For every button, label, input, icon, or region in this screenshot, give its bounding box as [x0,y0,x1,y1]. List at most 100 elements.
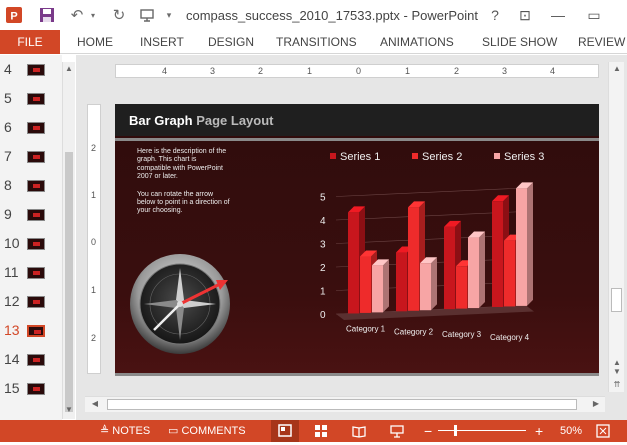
undo-dropdown-icon[interactable]: ▾ [88,5,98,25]
slide-thumbnail [27,93,45,105]
thumbnail-slide-7[interactable]: 7 [0,145,60,169]
svg-text:P: P [10,11,17,23]
thumbnail-slide-12[interactable]: 12 [0,290,60,314]
minimize-icon[interactable]: — [547,5,569,25]
zoom-slider-handle[interactable] [454,425,457,436]
notes-label: NOTES [112,425,151,437]
ruler-label: 1 [91,285,97,295]
chevron-down-icon[interactable]: ▾ [162,5,176,25]
zoom-in-button[interactable]: + [535,420,543,442]
undo-icon[interactable]: ↶ [66,5,88,25]
powerpoint-logo-icon: P [4,5,24,25]
slide-number: 14 [4,351,20,367]
bar [504,240,515,307]
scroll-up-icon[interactable]: ▲ [611,358,623,367]
thumbnail-slide-14[interactable]: 14 [0,348,60,372]
bar [492,201,503,307]
save-icon[interactable] [36,5,58,25]
tab-animations[interactable]: ANIMATIONS [380,30,454,54]
y-tick-label: 1 [320,287,326,298]
comments-button[interactable]: ▭ COMMENTS [168,420,246,442]
thumbnail-slide-9[interactable]: 9 [0,203,60,227]
scrollbar-thumb[interactable] [65,152,73,412]
x-tick-label: Category 2 [394,327,434,336]
slide-thumbnail [27,238,45,250]
tab-home[interactable]: HOME [77,30,113,54]
scrollbar-thumb[interactable] [611,288,622,312]
ribbon-display-icon[interactable]: ⊡ [514,5,536,25]
tab-review[interactable]: REVIEW [578,30,625,54]
scrollbar-thumb[interactable] [107,399,577,410]
slide-show-icon[interactable] [390,424,404,438]
thumbnail-slide-4[interactable]: 4 [0,58,60,82]
tab-insert[interactable]: INSERT [140,30,184,54]
thumbnail-slide-13[interactable]: 13 [0,319,60,343]
slide-number: 6 [4,119,12,135]
scroll-right-icon[interactable]: ▶ [590,399,602,408]
normal-view-icon[interactable] [271,420,299,442]
vertical-scrollbar[interactable]: ▲ ▲ ▼ ⇈ [608,62,624,392]
horizontal-scrollbar[interactable]: ◀ ▶ [85,396,605,412]
bar-side [431,257,437,311]
thumbnail-slide-10[interactable]: 10 [0,232,60,256]
ruler-label: 0 [356,66,362,76]
slide-thumbnail [27,267,45,279]
slide-title-sub: Page Layout [192,113,274,128]
tab-file[interactable]: FILE [0,30,60,54]
thumbnail-scrollbar[interactable]: ▲ ▼ [62,62,75,419]
slide-title[interactable]: Bar Graph Page Layout [129,113,274,128]
redo-icon[interactable]: ↻ [108,5,130,25]
tab-transitions[interactable]: TRANSITIONS [276,30,357,54]
zoom-out-button[interactable]: − [424,420,432,442]
comments-icon: ▭ [168,425,182,437]
y-tick-label: 5 [320,193,326,204]
ruler-label: 0 [91,237,97,247]
chart-bars [348,182,533,314]
slide-thumbnail [27,354,45,366]
bar-chart[interactable]: Series 1 Series 2 Series 3 0 1 2 3 4 5 Category… [318,148,550,348]
slide-title-main: Bar Graph [129,113,193,128]
zoom-level[interactable]: 50% [560,420,582,442]
document-title: compass_success_2010_17533.pptx - PowerP… [186,8,478,23]
prev-slide-icon[interactable]: ⇈ [611,380,623,389]
zoom-slider[interactable] [438,420,526,442]
bar [408,207,419,311]
slide-number: 9 [4,206,12,222]
restore-icon[interactable]: ▭ [583,5,605,25]
divider-line [115,138,599,141]
ruler-label: 1 [307,66,313,76]
slide-sorter-icon[interactable] [314,424,328,438]
fit-to-window-icon[interactable] [596,424,610,438]
gridline [335,187,527,197]
ruler-label: 3 [210,66,216,76]
thumbnail-slide-8[interactable]: 8 [0,174,60,198]
help-icon[interactable]: ? [484,5,506,25]
scroll-down-icon[interactable]: ▼ [63,405,75,414]
bar [396,252,407,312]
bar-side [527,182,533,306]
tab-design[interactable]: DESIGN [208,30,254,54]
scroll-up-icon[interactable]: ▲ [611,64,623,73]
thumbnail-slide-6[interactable]: 6 [0,116,60,140]
reading-view-icon[interactable] [352,424,366,438]
notes-button[interactable]: ≜ NOTES [100,420,150,442]
presenter-icon[interactable] [136,5,158,25]
vertical-ruler: 2 1 0 1 2 [87,104,101,374]
y-tick-label: 4 [320,216,326,227]
compass-graphic[interactable] [124,250,242,354]
scroll-left-icon[interactable]: ◀ [89,399,101,408]
tab-slide-show[interactable]: SLIDE SHOW [482,30,557,54]
bar [372,265,383,313]
bar [516,188,527,306]
thumbnail-slide-15[interactable]: 15 [0,377,60,401]
scroll-up-icon[interactable]: ▲ [63,64,75,73]
thumbnail-slide-11[interactable]: 11 [0,261,60,285]
description-textbox[interactable]: Here is the description of the graph. Th… [137,148,232,225]
x-tick-label: Category 4 [490,333,530,342]
ruler-label: 4 [550,66,556,76]
divider-line [115,373,599,376]
slide-number: 8 [4,177,12,193]
slide-number: 13 [4,322,20,338]
thumbnail-slide-5[interactable]: 5 [0,87,60,111]
scroll-down-icon[interactable]: ▼ [611,367,623,376]
